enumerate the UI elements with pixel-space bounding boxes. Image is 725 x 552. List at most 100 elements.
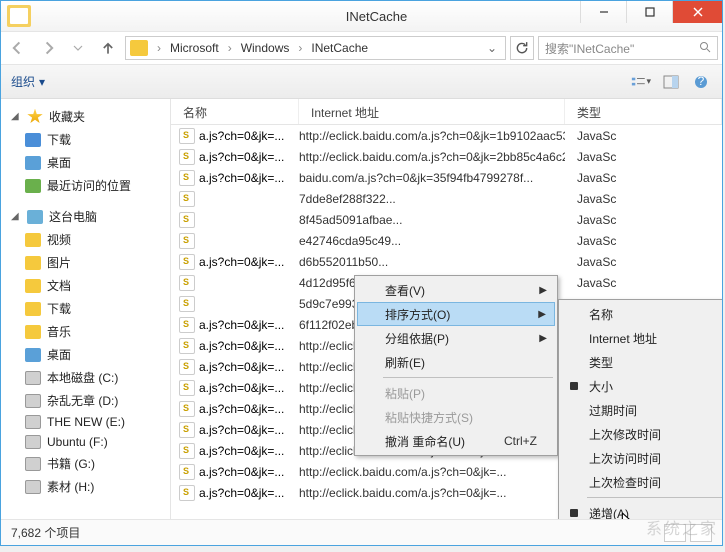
js-file-icon — [179, 149, 195, 165]
file-type: JavaSc — [565, 150, 722, 164]
file-url: http://eclick.baidu.com/a.js?ch=0&jk=1b9… — [299, 129, 565, 143]
nav-recent-button[interactable] — [65, 35, 91, 61]
file-row[interactable]: 7dde8ef288f322...JavaSc — [171, 188, 722, 209]
breadcrumb-folder-icon — [130, 40, 148, 56]
tree-item-icon — [25, 394, 41, 408]
menu-item[interactable]: 大小 — [561, 374, 722, 398]
js-file-icon — [179, 443, 195, 459]
tree-item[interactable]: 音乐 — [1, 320, 170, 343]
js-file-icon — [179, 485, 195, 501]
tree-item-label: Ubuntu (F:) — [47, 435, 108, 449]
tree-item[interactable]: 下载 — [1, 297, 170, 320]
tree-item[interactable]: 图片 — [1, 251, 170, 274]
chevron-down-icon[interactable]: ⌄ — [487, 41, 497, 55]
file-row[interactable]: e42746cda95c49...JavaSc — [171, 230, 722, 251]
menu-item[interactable]: 上次访问时间 — [561, 446, 722, 470]
tree-item[interactable]: 视频 — [1, 228, 170, 251]
search-input[interactable]: 搜索"INetCache" — [538, 36, 718, 60]
menu-item[interactable]: Internet 地址 — [561, 326, 722, 350]
tree-item-label: 书籍 (G:) — [47, 455, 95, 472]
js-file-icon — [179, 401, 195, 417]
tree-item-label: 下载 — [47, 300, 71, 317]
navigation-tree[interactable]: ◢收藏夹 下载桌面最近访问的位置 ◢这台电脑 视频图片文档下载音乐桌面本地磁盘 … — [1, 99, 171, 519]
tree-item[interactable]: 下载 — [1, 128, 170, 151]
tree-item-label: 杂乱无章 (D:) — [47, 392, 118, 409]
file-row[interactable]: a.js?ch=0&jk=...http://eclick.baidu.com/… — [171, 146, 722, 167]
preview-pane-button[interactable] — [660, 72, 682, 92]
breadcrumb-item[interactable]: INetCache — [307, 39, 372, 57]
tree-item-label: 图片 — [47, 254, 71, 271]
menu-item[interactable]: 排序方式(O)▶ — [357, 302, 555, 326]
menu-item[interactable]: 过期时间 — [561, 398, 722, 422]
tree-item[interactable]: 最近访问的位置 — [1, 174, 170, 197]
tree-item[interactable]: 杂乱无章 (D:) — [1, 389, 170, 412]
tree-item-label: 文档 — [47, 277, 71, 294]
close-button[interactable] — [672, 1, 722, 23]
nav-forward-button[interactable] — [35, 35, 61, 61]
address-bar: › Microsoft › Windows › INetCache ⌄ 搜索"I… — [1, 31, 722, 65]
tree-item[interactable]: 书籍 (G:) — [1, 452, 170, 475]
refresh-button[interactable] — [510, 36, 534, 60]
js-file-icon — [179, 380, 195, 396]
file-name: a.js?ch=0&jk=... — [199, 444, 284, 458]
tree-thispc-header[interactable]: ◢这台电脑 — [1, 205, 170, 228]
tree-item[interactable]: 素材 (H:) — [1, 475, 170, 498]
menu-item-label: 分组依据(P) — [385, 330, 449, 347]
menu-item[interactable]: 刷新(E) — [357, 350, 555, 374]
titlebar: INetCache — [1, 1, 722, 31]
sort-submenu: 名称Internet 地址类型大小过期时间上次修改时间上次访问时间上次检查时间递… — [558, 299, 722, 519]
tree-item-label: 素材 (H:) — [47, 478, 94, 495]
organize-button[interactable]: 组织 ▾ — [11, 73, 45, 90]
cursor-icon — [621, 513, 637, 519]
breadcrumb-item[interactable]: Microsoft — [166, 39, 223, 57]
chevron-right-icon: › — [295, 41, 305, 55]
column-type[interactable]: 类型 — [565, 99, 722, 124]
breadcrumb[interactable]: › Microsoft › Windows › INetCache ⌄ — [125, 36, 506, 60]
toolbar: 组织 ▾ ▾ ? — [1, 65, 722, 99]
file-url: http://eclick.baidu.com/a.js?ch=0&jk=... — [299, 486, 565, 500]
tree-item[interactable]: 本地磁盘 (C:) — [1, 366, 170, 389]
menu-item[interactable]: 递增(A) — [561, 501, 722, 519]
file-row[interactable]: a.js?ch=0&jk=...d6b552011b50...JavaSc — [171, 251, 722, 272]
menu-item[interactable]: 查看(V)▶ — [357, 278, 555, 302]
tree-favorites-header[interactable]: ◢收藏夹 — [1, 105, 170, 128]
tree-item[interactable]: Ubuntu (F:) — [1, 432, 170, 452]
help-button[interactable]: ? — [690, 72, 712, 92]
column-url[interactable]: Internet 地址 — [299, 99, 565, 124]
js-file-icon — [179, 128, 195, 144]
minimize-button[interactable] — [580, 1, 626, 23]
file-row[interactable]: 8f45ad5091afbae...JavaSc — [171, 209, 722, 230]
tree-item[interactable]: 文档 — [1, 274, 170, 297]
tree-item[interactable]: 桌面 — [1, 343, 170, 366]
menu-item[interactable]: 上次检查时间 — [561, 470, 722, 494]
tree-item[interactable]: 桌面 — [1, 151, 170, 174]
nav-up-button[interactable] — [95, 35, 121, 61]
column-name[interactable]: 名称 — [171, 99, 299, 124]
tree-item-icon — [25, 133, 41, 147]
view-options-button[interactable]: ▾ — [630, 72, 652, 92]
file-row[interactable]: a.js?ch=0&jk=...http://eclick.baidu.com/… — [171, 125, 722, 146]
breadcrumb-item[interactable]: Windows — [237, 39, 294, 57]
menu-shortcut: Ctrl+Z — [504, 434, 537, 448]
menu-item-label: 粘贴(P) — [385, 385, 425, 402]
star-icon — [27, 109, 43, 125]
status-bar: 7,682 个项目 — [1, 519, 722, 545]
file-row[interactable]: a.js?ch=0&jk=...baidu.com/a.js?ch=0&jk=3… — [171, 167, 722, 188]
maximize-button[interactable] — [626, 1, 672, 23]
menu-item[interactable]: 上次修改时间 — [561, 422, 722, 446]
menu-item[interactable]: 类型 — [561, 350, 722, 374]
search-placeholder: 搜索"INetCache" — [545, 40, 634, 57]
file-type: JavaSc — [565, 276, 722, 290]
file-type: JavaSc — [565, 213, 722, 227]
menu-item[interactable]: 撤消 重命名(U)Ctrl+Z — [357, 429, 555, 453]
tree-item-icon — [25, 325, 41, 339]
js-file-icon — [179, 212, 195, 228]
tree-item[interactable]: THE NEW (E:) — [1, 412, 170, 432]
nav-back-button[interactable] — [5, 35, 31, 61]
menu-item[interactable]: 分组依据(P)▶ — [357, 326, 555, 350]
file-type: JavaSc — [565, 192, 722, 206]
file-type: JavaSc — [565, 129, 722, 143]
chevron-down-icon: ▾ — [39, 75, 45, 89]
search-icon — [699, 41, 711, 56]
menu-item[interactable]: 名称 — [561, 302, 722, 326]
